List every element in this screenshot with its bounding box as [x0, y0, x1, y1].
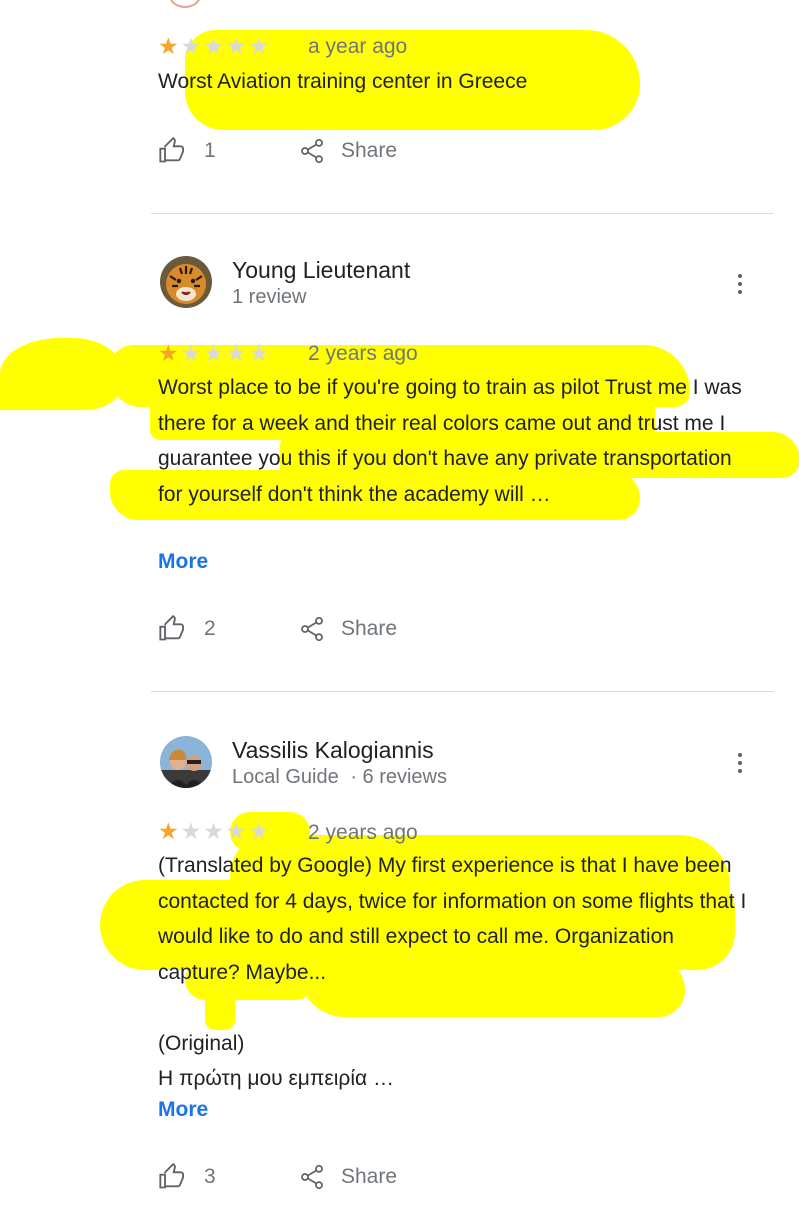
highlight-mark — [0, 338, 120, 410]
original-text: Η πρώτη μου εμπειρία … — [158, 1067, 395, 1090]
review-date: 2 years ago — [308, 821, 418, 844]
share-button[interactable]: Share — [298, 615, 397, 643]
share-label: Share — [341, 139, 398, 162]
couple-photo-avatar-image — [160, 736, 212, 788]
author-name[interactable]: Vassilis Kalogiannis — [232, 737, 434, 764]
star-rating: ★★★★★ — [158, 341, 271, 365]
more-link[interactable]: More — [158, 550, 208, 574]
review-text-translated: (Translated by Google) My first experien… — [158, 854, 747, 984]
star-icon: ★ — [158, 33, 181, 59]
share-label: Share — [341, 617, 398, 640]
like-count: 1 — [204, 139, 216, 162]
more-options-icon[interactable] — [734, 753, 746, 779]
star-rating: ★★★★★ — [158, 819, 271, 843]
thumb-up-icon — [159, 137, 185, 163]
like-count: 2 — [204, 617, 216, 640]
star-icon: ★★★★ — [180, 33, 272, 59]
thumb-up-icon — [159, 615, 185, 641]
highlight-mark — [205, 990, 235, 1030]
more-link[interactable]: More — [158, 1098, 208, 1122]
avatar — [168, 0, 202, 8]
star-icon: ★★★★ — [180, 818, 272, 844]
review-text: Worst place to be if you're going to tra… — [158, 376, 742, 506]
original-label: (Original) — [158, 1032, 245, 1055]
like-button[interactable]: 1 — [158, 137, 216, 165]
more-options-icon[interactable] — [734, 274, 746, 300]
review-date: 2 years ago — [308, 342, 418, 365]
avatar[interactable] — [160, 256, 212, 308]
share-icon — [301, 1164, 323, 1190]
star-icon: ★ — [158, 818, 181, 844]
like-button[interactable]: 2 — [158, 615, 216, 643]
review-text: Worst Aviation training center in Greece — [158, 70, 528, 93]
author-review-count: 1 review — [232, 286, 307, 308]
star-icon: ★★★★ — [180, 340, 272, 366]
share-icon — [301, 138, 323, 164]
divider — [151, 691, 774, 692]
author-subtitle: Local Guide · 6 reviews — [232, 766, 447, 789]
local-guide-label: Local Guide — [232, 766, 339, 788]
star-rating: ★★★★★ — [158, 34, 271, 58]
avatar[interactable] — [160, 736, 212, 788]
review-date: a year ago — [308, 35, 408, 58]
share-icon — [301, 616, 323, 642]
star-icon: ★ — [158, 340, 181, 366]
author-review-count: · 6 reviews — [350, 766, 448, 788]
share-button[interactable]: Share — [298, 1163, 397, 1191]
share-button[interactable]: Share — [298, 137, 397, 165]
author-name[interactable]: Young Lieutenant — [232, 257, 410, 284]
like-button[interactable]: 3 — [158, 1163, 216, 1191]
tiger-avatar-image — [160, 256, 212, 308]
share-label: Share — [341, 1165, 398, 1188]
like-count: 3 — [204, 1165, 216, 1188]
divider — [151, 213, 774, 214]
thumb-up-icon — [159, 1163, 185, 1189]
